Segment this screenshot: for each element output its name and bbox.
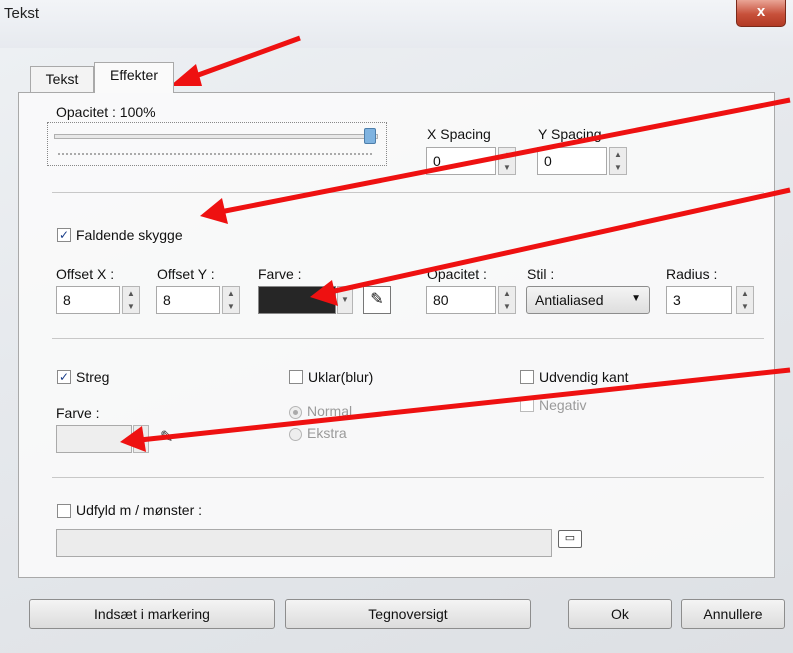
arrowhead	[120, 426, 146, 452]
annotation-arrow	[189, 35, 301, 81]
annotation-arrow	[329, 187, 791, 295]
annotation-overlay	[120, 35, 791, 452]
arrowhead	[170, 64, 202, 86]
tab-effekter[interactable]: Effekter	[94, 62, 174, 93]
arrowhead	[200, 198, 228, 224]
annotation-arrow	[139, 367, 791, 443]
arrowhead	[310, 280, 338, 306]
annotation-arrow	[219, 97, 791, 215]
